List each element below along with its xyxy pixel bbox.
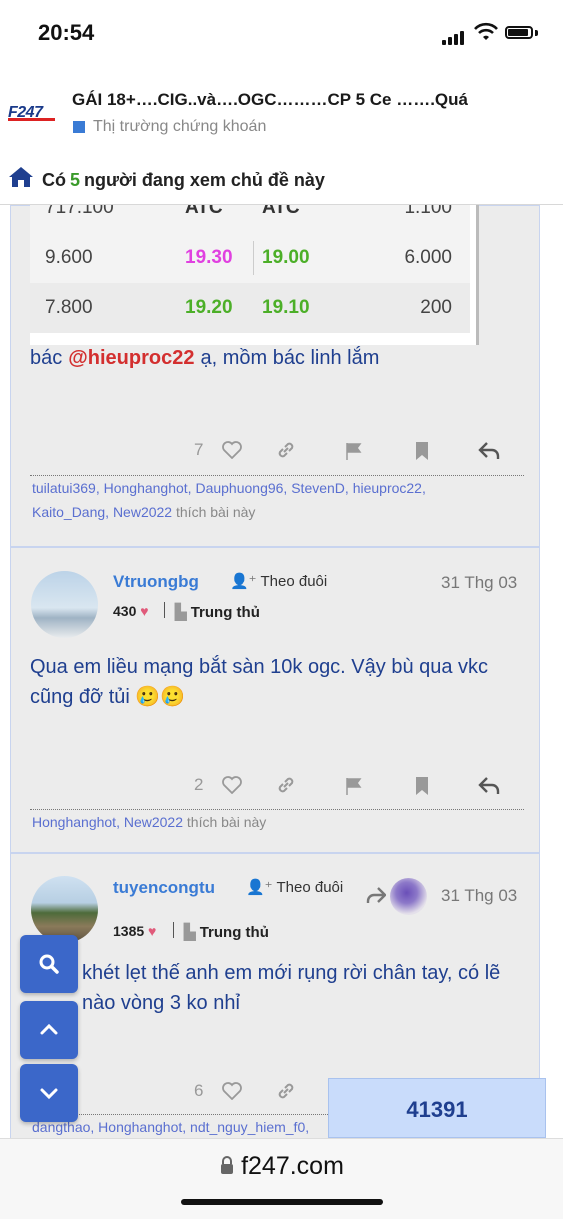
quote-row: 9.600 19.30 19.00 6.000 — [30, 233, 470, 283]
chevron-up-icon — [40, 1023, 58, 1035]
post-body: Qua em liều mạng bắt sàn 10k ogc. Vậy bù… — [30, 656, 489, 708]
bookmark-icon[interactable] — [414, 776, 430, 796]
points-value: 430 — [113, 603, 137, 619]
rank-icon: ▙ — [184, 924, 196, 941]
heart-icon: ♥ — [140, 603, 149, 619]
post-actions: 2 — [30, 775, 522, 805]
post-date[interactable]: 31 Thg 03 — [441, 573, 517, 593]
home-indicator[interactable] — [181, 1199, 383, 1205]
likers-names[interactable]: Honghanghot, New2022 — [32, 814, 183, 830]
heart-icon[interactable] — [222, 1082, 242, 1100]
cell: ATC — [185, 205, 223, 218]
bookmark-icon[interactable] — [414, 441, 430, 461]
search-icon — [39, 954, 59, 974]
post-body: khét lẹt thế anh em mới rụng rời chân ta… — [82, 962, 501, 1014]
battery-icon — [505, 26, 533, 39]
home-icon[interactable] — [8, 166, 34, 188]
quote-row-partial: 717.100 ATC ATC 1.100 — [30, 205, 470, 233]
body-text: bác — [30, 347, 63, 369]
points-value: 1385 — [113, 923, 145, 939]
follow-button[interactable]: 👤⁺ Theo đuôi — [230, 572, 327, 590]
user-rank: ▙ Trung thủ — [175, 603, 260, 621]
flag-icon[interactable] — [344, 441, 364, 461]
likers-suffix: thích bài này — [186, 814, 267, 830]
likers-list: Honghanghot, New2022 thích bài này — [32, 810, 502, 834]
lock-icon — [221, 1156, 234, 1174]
link-icon[interactable] — [276, 775, 296, 795]
cell: 1.100 — [404, 205, 452, 218]
url-text: f247.com — [241, 1152, 344, 1180]
cell: 7.800 — [45, 297, 93, 318]
user-points: 1385 ♥ — [113, 923, 156, 939]
link-icon[interactable] — [276, 440, 296, 460]
post-body: bác @hieuproc22 ạ, mồm bác linh lắm — [30, 347, 379, 370]
viewers-prefix: Có — [42, 170, 66, 190]
cell: ATC — [262, 205, 300, 218]
post-date[interactable]: 31 Thg 03 — [441, 886, 517, 906]
post-counter-value: 41391 — [406, 1097, 468, 1122]
post-actions: 7 — [30, 440, 522, 470]
like-count: 7 — [194, 440, 204, 459]
status-time: 20:54 — [38, 20, 95, 45]
wifi-icon — [474, 22, 498, 40]
likers-suffix: thích bài này — [176, 504, 256, 520]
rank-icon: ▙ — [175, 604, 187, 621]
user-points: 430 ♥ — [113, 603, 149, 619]
flag-icon[interactable] — [344, 776, 364, 796]
signal-icon — [442, 27, 466, 45]
follow-label: Theo đuôi — [260, 573, 328, 590]
viewers-suffix: người đang xem chủ đề này — [84, 170, 325, 190]
heart-icon[interactable] — [222, 776, 242, 794]
like-count: 6 — [194, 1081, 204, 1100]
divider — [173, 922, 174, 938]
quote-table: 717.100 ATC ATC 1.100 9.600 19.30 19.00 … — [30, 205, 479, 345]
reply-icon[interactable] — [478, 441, 500, 461]
cell: 9.600 — [45, 247, 93, 268]
reply-to-avatar[interactable] — [390, 878, 427, 915]
cell: 19.10 — [262, 297, 310, 318]
cell: 19.20 — [185, 297, 233, 318]
scroll-up-button[interactable] — [20, 1001, 78, 1059]
thread-title[interactable]: GÁI 18+….CIG..và….OGC………CP 5 Ce …….Quá — [72, 90, 522, 110]
user-rank: ▙ Trung thủ — [184, 923, 269, 941]
cell: 200 — [420, 297, 452, 318]
address-bar[interactable]: f247.com — [0, 1152, 563, 1181]
reply-icon[interactable] — [478, 776, 500, 796]
viewers-count: 5 — [70, 170, 81, 190]
quote-row: 7.800 19.20 19.10 200 — [30, 283, 470, 333]
body-text: ạ, mồm bác linh lắm — [200, 347, 380, 369]
viewers-text: Có 5 người đang xem chủ đề này — [42, 170, 325, 191]
scroll-down-button[interactable] — [20, 1064, 78, 1122]
likers-list: tuilatui369, Honghanghot, Dauphuong96, S… — [32, 476, 502, 524]
user-avatar[interactable] — [31, 876, 98, 943]
like-count: 2 — [194, 775, 204, 794]
user-avatar[interactable] — [31, 571, 98, 638]
search-button[interactable] — [20, 935, 78, 993]
chevron-down-icon — [40, 1088, 58, 1100]
battery-tip — [535, 30, 538, 36]
link-icon[interactable] — [276, 1081, 296, 1101]
post-counter[interactable]: 41391 — [328, 1078, 546, 1138]
user-mention[interactable]: @hieuproc22 — [68, 347, 194, 369]
category-link[interactable]: Thị trường chứng khoán — [93, 118, 266, 136]
follow-button[interactable]: 👤⁺ Theo đuôi — [246, 878, 343, 896]
follow-icon: 👤⁺ — [246, 879, 273, 896]
cell: 717.100 — [45, 205, 114, 218]
heart-icon[interactable] — [222, 441, 242, 459]
category-badge — [73, 121, 85, 133]
heart-icon: ♥ — [148, 923, 157, 939]
follow-icon: 👤⁺ — [230, 573, 257, 590]
rank-label: Trung thủ — [199, 924, 269, 941]
cell: 6.000 — [404, 247, 452, 268]
logo-underline — [8, 118, 55, 121]
cell: 19.30 — [185, 247, 233, 268]
username[interactable]: Vtruongbg — [113, 572, 199, 592]
rank-label: Trung thủ — [190, 604, 260, 621]
follow-label: Theo đuôi — [276, 879, 344, 896]
cell: 19.00 — [262, 247, 310, 268]
divider — [164, 602, 165, 618]
reply-to-icon[interactable] — [366, 886, 386, 904]
username[interactable]: tuyencongtu — [113, 878, 215, 898]
column-divider — [253, 241, 254, 275]
